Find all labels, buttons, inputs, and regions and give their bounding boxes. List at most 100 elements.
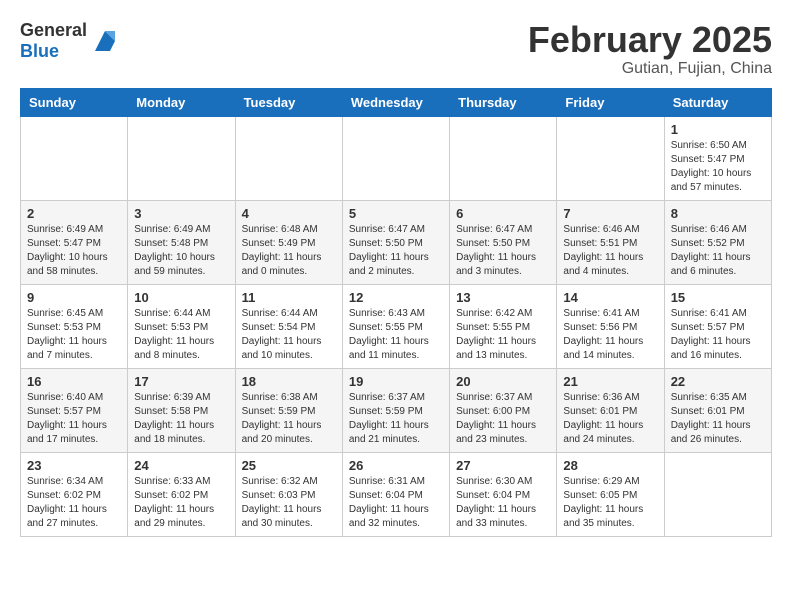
day-info: Sunrise: 6:37 AM Sunset: 5:59 PM Dayligh… bbox=[349, 391, 443, 447]
day-number: 1 bbox=[671, 122, 765, 137]
calendar-cell bbox=[557, 116, 664, 200]
calendar-cell: 4 Sunrise: 6:48 AM Sunset: 5:49 PM Daylig… bbox=[235, 200, 342, 284]
day-number: 2 bbox=[27, 206, 121, 221]
calendar-cell: 19 Sunrise: 6:37 AM Sunset: 5:59 PM Dayli… bbox=[342, 368, 449, 452]
col-header-thursday: Thursday bbox=[450, 88, 557, 116]
calendar-cell: 9 Sunrise: 6:45 AM Sunset: 5:53 PM Daylig… bbox=[21, 284, 128, 368]
day-info: Sunrise: 6:41 AM Sunset: 5:56 PM Dayligh… bbox=[563, 307, 657, 363]
day-info: Sunrise: 6:47 AM Sunset: 5:50 PM Dayligh… bbox=[349, 223, 443, 279]
calendar-cell: 14 Sunrise: 6:41 AM Sunset: 5:56 PM Dayli… bbox=[557, 284, 664, 368]
day-info: Sunrise: 6:44 AM Sunset: 5:53 PM Dayligh… bbox=[134, 307, 228, 363]
calendar-cell: 16 Sunrise: 6:40 AM Sunset: 5:57 PM Dayli… bbox=[21, 368, 128, 452]
day-info: Sunrise: 6:39 AM Sunset: 5:58 PM Dayligh… bbox=[134, 391, 228, 447]
day-number: 13 bbox=[456, 290, 550, 305]
location: Gutian, Fujian, China bbox=[528, 60, 772, 78]
calendar-cell: 2Sunrise: 6:49 AM Sunset: 5:47 PM Daylig… bbox=[21, 200, 128, 284]
calendar-cell: 3 Sunrise: 6:49 AM Sunset: 5:48 PM Daylig… bbox=[128, 200, 235, 284]
logo: General Blue bbox=[20, 20, 120, 62]
day-number: 19 bbox=[349, 374, 443, 389]
day-number: 27 bbox=[456, 458, 550, 473]
calendar-table: SundayMondayTuesdayWednesdayThursdayFrid… bbox=[20, 88, 772, 537]
calendar-week-row: 9 Sunrise: 6:45 AM Sunset: 5:53 PM Daylig… bbox=[21, 284, 772, 368]
day-info: Sunrise: 6:48 AM Sunset: 5:49 PM Dayligh… bbox=[242, 223, 336, 279]
day-number: 12 bbox=[349, 290, 443, 305]
calendar-cell: 8 Sunrise: 6:46 AM Sunset: 5:52 PM Daylig… bbox=[664, 200, 771, 284]
day-info: Sunrise: 6:33 AM Sunset: 6:02 PM Dayligh… bbox=[134, 475, 228, 531]
calendar-cell: 18Sunrise: 6:38 AM Sunset: 5:59 PM Dayli… bbox=[235, 368, 342, 452]
day-number: 22 bbox=[671, 374, 765, 389]
day-number: 18 bbox=[242, 374, 336, 389]
calendar-cell: 7 Sunrise: 6:46 AM Sunset: 5:51 PM Daylig… bbox=[557, 200, 664, 284]
day-number: 10 bbox=[134, 290, 228, 305]
calendar-cell: 12Sunrise: 6:43 AM Sunset: 5:55 PM Dayli… bbox=[342, 284, 449, 368]
day-number: 28 bbox=[563, 458, 657, 473]
day-info: Sunrise: 6:40 AM Sunset: 5:57 PM Dayligh… bbox=[27, 391, 121, 447]
day-info: Sunrise: 6:31 AM Sunset: 6:04 PM Dayligh… bbox=[349, 475, 443, 531]
calendar-cell bbox=[128, 116, 235, 200]
day-number: 11 bbox=[242, 290, 336, 305]
calendar-cell: 28 Sunrise: 6:29 AM Sunset: 6:05 PM Dayli… bbox=[557, 452, 664, 536]
calendar-cell bbox=[450, 116, 557, 200]
calendar-cell: 15 Sunrise: 6:41 AM Sunset: 5:57 PM Dayli… bbox=[664, 284, 771, 368]
col-header-sunday: Sunday bbox=[21, 88, 128, 116]
calendar-cell: 25 Sunrise: 6:32 AM Sunset: 6:03 PM Dayli… bbox=[235, 452, 342, 536]
day-number: 25 bbox=[242, 458, 336, 473]
day-info: Sunrise: 6:37 AM Sunset: 6:00 PM Dayligh… bbox=[456, 391, 550, 447]
day-info: Sunrise: 6:29 AM Sunset: 6:05 PM Dayligh… bbox=[563, 475, 657, 531]
page-header: General Blue February 2025 Gutian, Fujia… bbox=[20, 20, 772, 78]
calendar-week-row: 1 Sunrise: 6:50 AM Sunset: 5:47 PM Daylig… bbox=[21, 116, 772, 200]
day-info: Sunrise: 6:41 AM Sunset: 5:57 PM Dayligh… bbox=[671, 307, 765, 363]
day-number: 8 bbox=[671, 206, 765, 221]
calendar-week-row: 16 Sunrise: 6:40 AM Sunset: 5:57 PM Dayli… bbox=[21, 368, 772, 452]
calendar-header-row: SundayMondayTuesdayWednesdayThursdayFrid… bbox=[21, 88, 772, 116]
calendar-cell bbox=[21, 116, 128, 200]
calendar-cell: 26Sunrise: 6:31 AM Sunset: 6:04 PM Dayli… bbox=[342, 452, 449, 536]
col-header-friday: Friday bbox=[557, 88, 664, 116]
calendar-cell: 20Sunrise: 6:37 AM Sunset: 6:00 PM Dayli… bbox=[450, 368, 557, 452]
calendar-week-row: 23 Sunrise: 6:34 AM Sunset: 6:02 PM Dayli… bbox=[21, 452, 772, 536]
month-year: February 2025 bbox=[528, 20, 772, 60]
day-number: 21 bbox=[563, 374, 657, 389]
col-header-saturday: Saturday bbox=[664, 88, 771, 116]
calendar-cell bbox=[342, 116, 449, 200]
calendar-cell: 23 Sunrise: 6:34 AM Sunset: 6:02 PM Dayli… bbox=[21, 452, 128, 536]
calendar-cell: 6 Sunrise: 6:47 AM Sunset: 5:50 PM Daylig… bbox=[450, 200, 557, 284]
day-number: 7 bbox=[563, 206, 657, 221]
day-info: Sunrise: 6:47 AM Sunset: 5:50 PM Dayligh… bbox=[456, 223, 550, 279]
calendar-cell: 17Sunrise: 6:39 AM Sunset: 5:58 PM Dayli… bbox=[128, 368, 235, 452]
day-info: Sunrise: 6:45 AM Sunset: 5:53 PM Dayligh… bbox=[27, 307, 121, 363]
day-info: Sunrise: 6:50 AM Sunset: 5:47 PM Dayligh… bbox=[671, 139, 765, 195]
calendar-cell: 10 Sunrise: 6:44 AM Sunset: 5:53 PM Dayli… bbox=[128, 284, 235, 368]
day-info: Sunrise: 6:46 AM Sunset: 5:51 PM Dayligh… bbox=[563, 223, 657, 279]
calendar-cell: 11 Sunrise: 6:44 AM Sunset: 5:54 PM Dayli… bbox=[235, 284, 342, 368]
day-number: 24 bbox=[134, 458, 228, 473]
logo-blue: Blue bbox=[20, 41, 59, 61]
logo-text: General Blue bbox=[20, 20, 87, 62]
day-number: 3 bbox=[134, 206, 228, 221]
day-info: Sunrise: 6:44 AM Sunset: 5:54 PM Dayligh… bbox=[242, 307, 336, 363]
day-info: Sunrise: 6:32 AM Sunset: 6:03 PM Dayligh… bbox=[242, 475, 336, 531]
day-number: 15 bbox=[671, 290, 765, 305]
logo-general: General bbox=[20, 20, 87, 40]
day-info: Sunrise: 6:35 AM Sunset: 6:01 PM Dayligh… bbox=[671, 391, 765, 447]
day-number: 4 bbox=[242, 206, 336, 221]
day-info: Sunrise: 6:46 AM Sunset: 5:52 PM Dayligh… bbox=[671, 223, 765, 279]
day-info: Sunrise: 6:36 AM Sunset: 6:01 PM Dayligh… bbox=[563, 391, 657, 447]
day-info: Sunrise: 6:49 AM Sunset: 5:48 PM Dayligh… bbox=[134, 223, 228, 279]
calendar-cell bbox=[235, 116, 342, 200]
calendar-cell: 27 Sunrise: 6:30 AM Sunset: 6:04 PM Dayli… bbox=[450, 452, 557, 536]
day-info: Sunrise: 6:34 AM Sunset: 6:02 PM Dayligh… bbox=[27, 475, 121, 531]
day-number: 9 bbox=[27, 290, 121, 305]
calendar-week-row: 2Sunrise: 6:49 AM Sunset: 5:47 PM Daylig… bbox=[21, 200, 772, 284]
day-number: 23 bbox=[27, 458, 121, 473]
day-number: 16 bbox=[27, 374, 121, 389]
col-header-monday: Monday bbox=[128, 88, 235, 116]
title-block: February 2025 Gutian, Fujian, China bbox=[528, 20, 772, 78]
day-number: 6 bbox=[456, 206, 550, 221]
calendar-cell: 13Sunrise: 6:42 AM Sunset: 5:55 PM Dayli… bbox=[450, 284, 557, 368]
day-info: Sunrise: 6:30 AM Sunset: 6:04 PM Dayligh… bbox=[456, 475, 550, 531]
day-number: 14 bbox=[563, 290, 657, 305]
col-header-wednesday: Wednesday bbox=[342, 88, 449, 116]
calendar-cell: 5Sunrise: 6:47 AM Sunset: 5:50 PM Daylig… bbox=[342, 200, 449, 284]
calendar-cell: 21 Sunrise: 6:36 AM Sunset: 6:01 PM Dayli… bbox=[557, 368, 664, 452]
